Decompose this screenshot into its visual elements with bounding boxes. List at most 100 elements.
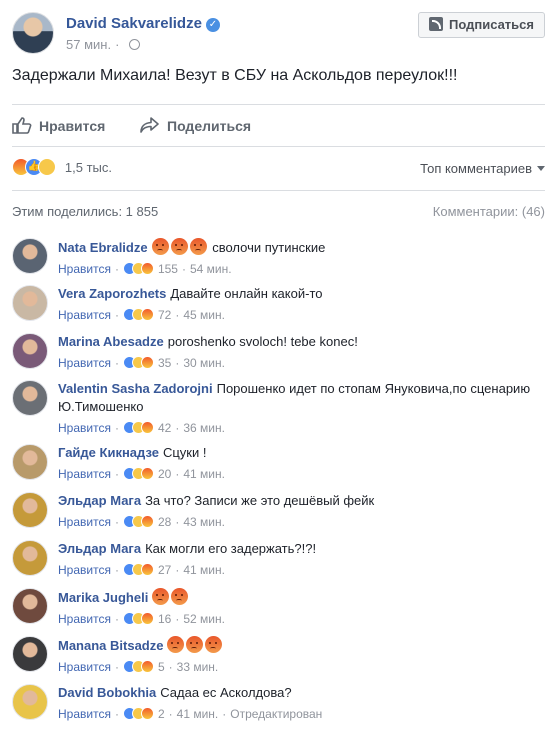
comment-body: Marina Abesadze poroshenko svoloch! tebe …: [58, 331, 545, 372]
angry-reaction-icon: [140, 515, 154, 528]
angry-reaction-icon: [140, 707, 154, 720]
commenter-avatar[interactable]: [12, 444, 48, 480]
comment-like-button[interactable]: Нравится: [58, 707, 111, 721]
edited-label[interactable]: Отредактирован: [230, 707, 322, 721]
commenter-avatar[interactable]: [12, 285, 48, 321]
comment-body: Nata Ebralidze сволочи путинские Нравится…: [58, 236, 545, 278]
comment-time[interactable]: 41 мин.: [183, 563, 225, 577]
angry-reaction-icon: [140, 421, 154, 434]
commenter-avatar[interactable]: [12, 684, 48, 720]
comment-body: Эльдар Мага Как могли его задержать?!?! Нр…: [58, 538, 545, 579]
separator-dot: ·: [114, 308, 119, 322]
post-author[interactable]: David Sakvarelidze ✓: [66, 15, 220, 32]
comment-like-button[interactable]: Нравится: [58, 515, 111, 529]
commenter-avatar[interactable]: [12, 540, 48, 576]
comment-reaction-count[interactable]: 42: [158, 421, 171, 435]
comment-like-button[interactable]: Нравится: [58, 308, 111, 322]
angry-emoji-icon: [151, 238, 169, 255]
commenter-avatar[interactable]: [12, 636, 48, 672]
commenter-name[interactable]: Гайде Кикнадзе: [58, 445, 159, 460]
comment-reaction-count[interactable]: 16: [158, 612, 171, 626]
commenter-avatar[interactable]: [12, 380, 48, 416]
commenter-avatar[interactable]: [12, 492, 48, 528]
comment-reaction-count[interactable]: 27: [158, 563, 171, 577]
post-time[interactable]: 57 мин.: [66, 37, 111, 52]
reaction-icons[interactable]: 👍: [12, 158, 56, 177]
comment-item: Marika Jugheli Нравится · 16 · 52 мин.: [12, 586, 545, 628]
separator-dot: ·: [114, 262, 119, 276]
comment-like-button[interactable]: Нравится: [58, 356, 111, 370]
comment-like-button[interactable]: Нравится: [58, 421, 111, 435]
comment-like-button[interactable]: Нравится: [58, 467, 111, 481]
angry-reaction-icon: [140, 308, 154, 321]
comment-meta: Нравится · 42 · 36 мин.: [58, 419, 545, 437]
commenter-name[interactable]: Эльдар Мага: [58, 541, 141, 556]
comment-time[interactable]: 36 мин.: [183, 421, 225, 435]
author-avatar[interactable]: [12, 12, 54, 54]
commenter-avatar[interactable]: [12, 238, 48, 274]
comment-like-button[interactable]: Нравится: [58, 262, 111, 276]
commenter-name[interactable]: Nata Ebralidze: [58, 240, 148, 255]
angry-reaction-icon: [140, 563, 154, 576]
like-button[interactable]: Нравится: [12, 110, 105, 142]
angry-emoji-icon: [189, 238, 207, 255]
comment-reaction-count[interactable]: 20: [158, 467, 171, 481]
separator-dot: ·: [168, 660, 173, 674]
commenter-name[interactable]: Marika Jugheli: [58, 590, 148, 605]
commenter-name[interactable]: Эльдар Мага: [58, 493, 141, 508]
separator-dot: ·: [114, 612, 119, 626]
separator-dot: ·: [175, 612, 180, 626]
comment-time[interactable]: 41 мин.: [183, 467, 225, 481]
comment-reaction-count[interactable]: 72: [158, 308, 171, 322]
separator-dot: ·: [175, 467, 180, 481]
chevron-down-icon: [537, 166, 545, 171]
comment-item: Vera Zaporozhets Давайте онлайн какой-то Н…: [12, 283, 545, 324]
comment-reaction-count[interactable]: 5: [158, 660, 165, 674]
comment-meta: Нравится · 72 · 45 мин.: [58, 306, 545, 324]
comment-like-button[interactable]: Нравится: [58, 612, 111, 626]
comment-time[interactable]: 43 мин.: [183, 515, 225, 529]
post-meta: 57 мин. ·: [66, 37, 141, 52]
comment-meta: Нравится · 20 · 41 мин.: [58, 465, 545, 483]
comment-like-button[interactable]: Нравится: [58, 660, 111, 674]
comment-time[interactable]: 52 мин.: [183, 612, 225, 626]
comment-body: Marika Jugheli Нравится · 16 · 52 мин.: [58, 586, 545, 628]
commenter-name[interactable]: David Bobokhia: [58, 685, 156, 700]
comment-reaction-count[interactable]: 35: [158, 356, 171, 370]
post-header: David Sakvarelidze ✓ 57 мин. · Подписаться: [12, 12, 545, 60]
comment-item: David Bobokhia Садаа ес Асколдова? Нравитс…: [12, 682, 545, 723]
comment-text: Как могли его задержать?!?!: [145, 541, 317, 556]
comment-time[interactable]: 45 мин.: [183, 308, 225, 322]
comment-text: Давайте онлайн какой-то: [170, 286, 323, 301]
shares-count[interactable]: Этим поделились: 1 855: [12, 204, 158, 219]
comment-time[interactable]: 54 мин.: [190, 262, 232, 276]
thumbs-up-icon: [12, 117, 32, 134]
angry-emoji-icon: [152, 588, 170, 605]
reaction-count[interactable]: 1,5 тыс.: [65, 160, 112, 175]
comment-time[interactable]: 30 мин.: [183, 356, 225, 370]
comment-meta: Нравится · 155 · 54 мин.: [58, 260, 545, 278]
separator-dot: ·: [114, 660, 119, 674]
comment-sort-dropdown[interactable]: Топ комментариев: [420, 161, 545, 176]
angry-reaction-icon: [140, 660, 154, 673]
commenter-avatar[interactable]: [12, 588, 48, 624]
comment-text: Сцуки !: [162, 445, 207, 460]
comment-like-button[interactable]: Нравится: [58, 563, 111, 577]
commenter-name[interactable]: Valentin Sasha Zadorojni: [58, 381, 213, 396]
comment-time[interactable]: 33 мин.: [177, 660, 219, 674]
separator-dot: ·: [114, 467, 119, 481]
comment-meta: Нравится · 35 · 30 мин.: [58, 354, 545, 372]
comment-item: Marina Abesadze poroshenko svoloch! tebe …: [12, 331, 545, 372]
commenter-name[interactable]: Vera Zaporozhets: [58, 286, 166, 301]
commenter-name[interactable]: Manana Bitsadze: [58, 638, 163, 653]
comment-meta: Нравится · 27 · 41 мин.: [58, 561, 545, 579]
comment-text: Садаа ес Асколдова?: [160, 685, 292, 700]
comment-reaction-count[interactable]: 28: [158, 515, 171, 529]
comment-reaction-count[interactable]: 155: [158, 262, 178, 276]
share-button[interactable]: Поделиться: [140, 110, 251, 142]
commenter-avatar[interactable]: [12, 333, 48, 369]
commenter-name[interactable]: Marina Abesadze: [58, 334, 164, 349]
subscribe-button[interactable]: Подписаться: [417, 12, 545, 38]
comment-time[interactable]: 41 мин.: [177, 707, 219, 721]
comment-reaction-count[interactable]: 2: [158, 707, 165, 721]
